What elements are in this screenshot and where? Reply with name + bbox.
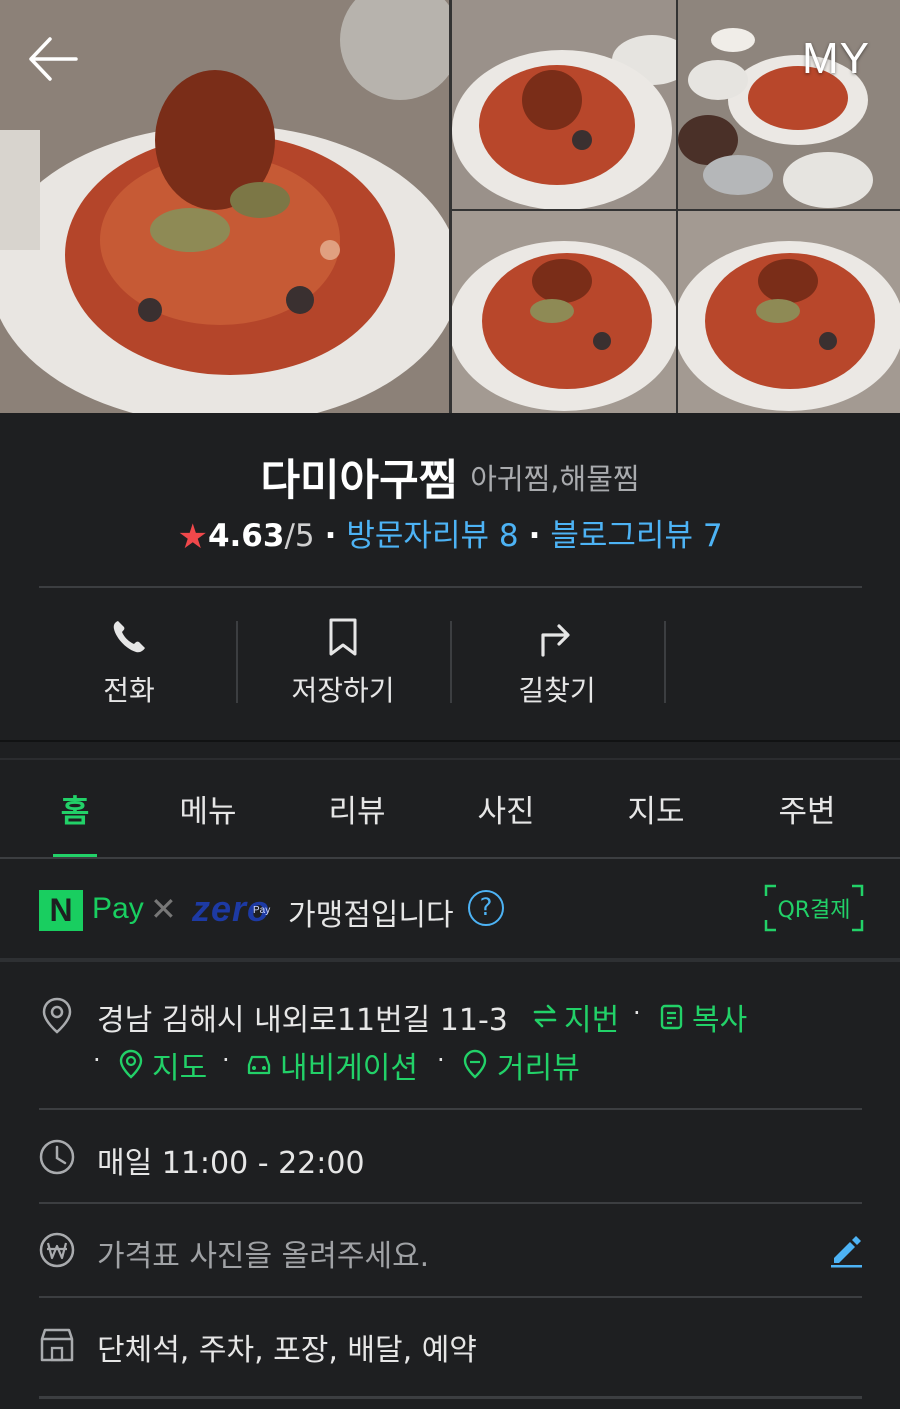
section-separator <box>0 740 900 760</box>
pay-merchant-text: 가맹점입니다 <box>288 898 454 933</box>
separator-dot: · <box>633 999 641 1027</box>
phone-icon <box>113 621 145 653</box>
tab-review[interactable]: 리뷰 <box>282 786 432 831</box>
divider <box>664 621 666 703</box>
directions-label: 길찾기 <box>518 674 596 707</box>
street-view-icon <box>463 1049 487 1079</box>
won-currency-icon <box>39 1232 75 1268</box>
swap-icon <box>533 1004 557 1028</box>
street-view-link[interactable]: 거리뷰 <box>497 1043 580 1087</box>
separator-dot: · <box>324 518 337 554</box>
lot-number-link[interactable]: 지번 <box>564 995 619 1039</box>
place-title-row: 다미아구찜 아귀찜,해물찜 <box>0 446 900 508</box>
section-separator <box>0 958 900 962</box>
location-pin-icon <box>42 997 72 1034</box>
directions-button[interactable]: 길찾기 <box>450 605 664 715</box>
place-category: 아귀찜,해물찜 <box>470 462 640 496</box>
separator-dot: · <box>93 1046 101 1074</box>
food-photo-3[interactable] <box>678 0 900 209</box>
tab-photo[interactable]: 사진 <box>431 786 581 831</box>
call-label: 전화 <box>103 674 155 707</box>
directions-icon <box>541 624 570 657</box>
rating-out-of: /5 <box>284 518 315 554</box>
arrow-left-icon <box>29 37 78 81</box>
navigation-link[interactable]: 내비게이션 <box>280 1043 418 1087</box>
copy-icon <box>660 1004 683 1030</box>
tab-home[interactable]: 홈 <box>0 786 150 831</box>
rating-row: ★4.63/5 · 방문자리뷰 8 · 블로그리뷰 7 <box>0 510 900 557</box>
call-button[interactable]: 전화 <box>22 605 236 715</box>
map-link[interactable]: 지도 <box>152 1043 207 1087</box>
separator-dot: · <box>437 1046 445 1074</box>
blog-reviews-link[interactable]: 블로그리뷰 7 <box>550 518 722 554</box>
pencil-icon[interactable] <box>828 1232 864 1268</box>
my-button[interactable]: MY <box>802 34 870 84</box>
divider <box>39 1296 862 1298</box>
divider <box>39 1396 862 1399</box>
copy-address-link[interactable]: 복사 <box>692 995 747 1039</box>
times-icon: ✕ <box>150 890 177 928</box>
npay-logo: N <box>39 890 83 931</box>
food-photo-2[interactable] <box>452 0 676 209</box>
star-icon: ★ <box>177 517 208 557</box>
tab-menu[interactable]: 메뉴 <box>133 786 283 831</box>
zeropay-sub: Pay <box>253 905 271 916</box>
food-photo-4[interactable] <box>452 211 676 413</box>
divider <box>39 1108 862 1110</box>
separator-dot: · <box>222 1046 230 1074</box>
clock-icon <box>39 1139 75 1175</box>
back-button[interactable] <box>26 36 80 82</box>
divider <box>39 1202 862 1204</box>
divider <box>0 857 900 859</box>
npay-word: Pay <box>92 892 144 925</box>
place-name: 다미아구찜 <box>260 456 459 506</box>
tab-nearby[interactable]: 주변 <box>732 786 882 831</box>
bookmark-icon <box>329 618 357 656</box>
divider <box>39 586 862 588</box>
map-pin-icon <box>119 1049 143 1079</box>
qr-pay-button[interactable]: QR결제 <box>764 884 864 932</box>
photo-gallery[interactable]: MY <box>0 0 900 413</box>
food-photo-5[interactable] <box>678 211 900 413</box>
qr-pay-label: QR결제 <box>777 898 851 923</box>
rating-score: 4.63 <box>207 518 285 554</box>
price-photo-prompt[interactable]: 가격표 사진을 올려주세요. <box>97 1231 429 1275</box>
visitor-reviews-link[interactable]: 방문자리뷰 8 <box>346 518 518 554</box>
separator-dot: · <box>528 518 541 554</box>
car-icon <box>247 1055 271 1075</box>
business-hours: 매일 11:00 - 22:00 <box>97 1146 365 1181</box>
save-label: 저장하기 <box>291 674 395 707</box>
address-text: 경남 김해시 내외로11번길 11-3 <box>97 1003 508 1038</box>
save-button[interactable]: 저장하기 <box>236 605 450 715</box>
help-icon[interactable]: ? <box>468 890 504 926</box>
tab-map[interactable]: 지도 <box>581 786 731 831</box>
store-icon <box>40 1328 74 1362</box>
facilities-text: 단체석, 주차, 포장, 배달, 예약 <box>97 1333 477 1368</box>
